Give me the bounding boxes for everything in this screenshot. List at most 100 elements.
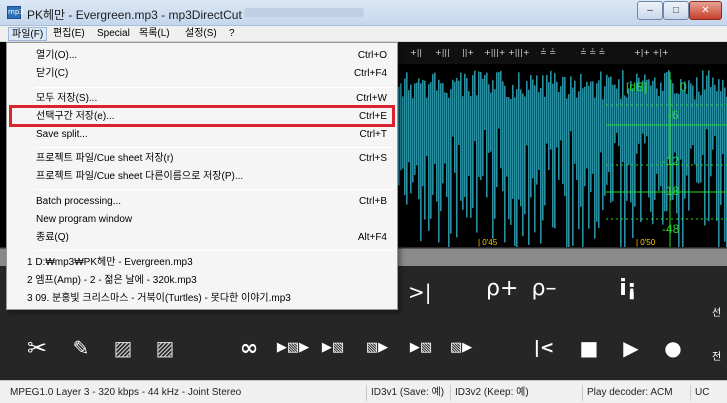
waveform-bar (690, 83, 692, 149)
waveform-bar (704, 89, 706, 226)
fade-out-icon[interactable]: ▨ (154, 336, 176, 360)
menu-separator (35, 87, 393, 88)
waveform-bar (632, 87, 634, 238)
close-button[interactable]: ✕ (689, 1, 722, 20)
waveform-bar (634, 91, 636, 207)
menu-list[interactable]: 목록(L) (136, 27, 173, 41)
waveform-bar (684, 81, 686, 199)
menu-item-save-split[interactable]: Save split... Ctrl+T (7, 126, 397, 144)
loop-icon[interactable]: ∞ (236, 336, 262, 361)
skip-to-selection-icon[interactable]: ▶▧ (318, 340, 348, 355)
waveform-bar (464, 73, 466, 198)
waveform-bar (492, 80, 494, 239)
menu-item-exit[interactable]: 종료(Q) Alt+F4 (7, 229, 397, 247)
svg-text:||+: ||+ (462, 48, 474, 57)
waveform-bar (418, 78, 420, 200)
waveform-bar (536, 75, 538, 185)
menu-item-open[interactable]: 열기(O)... Ctrl+O (7, 47, 397, 65)
menu-item-shortcut: Ctrl+F4 (353, 68, 387, 79)
pencil-icon[interactable]: ✎ (70, 336, 92, 360)
waveform-bar (482, 78, 484, 176)
zoom-out-icon[interactable]: ρ– (528, 276, 560, 301)
stop-icon[interactable]: ■ (578, 336, 600, 360)
menu-item-label: 프로젝트 파일/Cue sheet 다른이름으로 저장(P)... (36, 171, 244, 182)
status-id3v1: ID3v1 (Save: 예) (366, 385, 450, 401)
waveform-bar (432, 74, 434, 195)
menu-item-shortcut: Alt+F4 (357, 232, 387, 243)
waveform-bar (566, 98, 568, 247)
waveform-bar (450, 89, 452, 234)
fade-in-icon[interactable]: ▨ (112, 336, 134, 360)
play-to-cue-icon[interactable]: ▧▶ (362, 340, 392, 355)
waveform-bar (580, 73, 582, 207)
waveform-bar (658, 95, 660, 191)
menu-item-shortcut: Ctrl+T (359, 129, 388, 140)
waveform-bar (588, 85, 590, 229)
waveform-bar (596, 83, 598, 222)
waveform-bar (560, 86, 562, 141)
menu-file[interactable]: 파일(F) (8, 27, 48, 41)
waveform-bar (534, 85, 536, 233)
waveform-bar (494, 89, 496, 219)
play-selection-icon[interactable]: ▶▧▶ (272, 340, 314, 355)
waveform-bar (524, 96, 526, 215)
menu-item-save-project[interactable]: 프로젝트 파일/Cue sheet 저장(r) Ctrl+S (7, 150, 397, 168)
waveform-bar (598, 80, 600, 228)
waveform-bar (720, 91, 722, 205)
menu-item-save-project-as[interactable]: 프로젝트 파일/Cue sheet 다른이름으로 저장(P)... (7, 168, 397, 186)
waveform-bar (582, 88, 584, 247)
play-from-cue-icon[interactable]: ▶▧ (406, 340, 436, 355)
menu-item-batch[interactable]: Batch processing... Ctrl+B (7, 193, 397, 211)
waveform-bar (594, 97, 596, 239)
menu-item-label: 닫기(C) (36, 68, 69, 79)
menu-item-recent-2[interactable]: 2 엠프(Amp) - 2 - 젊은 날에 - 320k.mp3 (7, 272, 397, 290)
waveform-bar (406, 72, 408, 205)
go-start-icon[interactable]: |< (532, 338, 556, 358)
waveform-bar (518, 72, 520, 200)
menu-bar: 파일(F) 편집(E) Special 목록(L) 설정(S) ? (0, 26, 727, 42)
maximize-button[interactable]: □ (663, 1, 689, 20)
db-label-12: -12 (662, 154, 680, 168)
waveform-bar (550, 70, 552, 150)
waveform-bar (400, 83, 402, 171)
menu-item-label: 2 엠프(Amp) - 2 - 젊은 날에 - 320k.mp3 (27, 275, 197, 286)
zoom-in-icon[interactable]: ρ+ (486, 276, 518, 301)
waveform-bar (458, 80, 460, 145)
waveform-bar (426, 97, 428, 157)
side-text-1: 선 (712, 308, 722, 319)
waveform-bar (654, 77, 656, 200)
waveform-bar (602, 99, 604, 211)
menu-item-recent-1[interactable]: 1 D:₩mp3₩PK헤만 - Evergreen.mp3 (7, 254, 397, 272)
play-after-icon[interactable]: ▧▶ (446, 340, 476, 355)
menu-special[interactable]: Special (94, 27, 133, 41)
waveform-bar (584, 86, 586, 187)
next-cue-icon[interactable]: >| (408, 280, 432, 304)
waveform-bar (448, 97, 450, 247)
db-label-0: 0 (680, 80, 687, 94)
minimize-button[interactable]: – (637, 1, 663, 20)
waveform-bar (486, 72, 488, 198)
menu-help[interactable]: ? (226, 27, 238, 41)
app-icon: mp3 (7, 6, 24, 19)
menu-settings[interactable]: 설정(S) (182, 27, 220, 41)
waveform-bar (556, 81, 558, 148)
waveform-bar (402, 96, 404, 169)
menu-edit[interactable]: 편집(E) (50, 27, 88, 41)
waveform-bar (410, 84, 412, 194)
waveform-bar (466, 77, 468, 218)
waveform-bar (484, 74, 486, 131)
db-unit-label: [dB] (626, 80, 648, 94)
cut-icon[interactable]: ✂ (24, 334, 50, 362)
menu-item-new-window[interactable]: New program window (7, 211, 397, 229)
info-icon[interactable]: i¡ (616, 276, 640, 301)
waveform-bar (522, 93, 524, 237)
menu-item-close[interactable]: 닫기(C) Ctrl+F4 (7, 65, 397, 83)
waveform-bar (434, 72, 436, 165)
waveform-bar (576, 97, 578, 180)
waveform-bar (640, 85, 642, 223)
menu-item-recent-3[interactable]: 3 09. 분홍빛 크리스마스 - 거북이(Turtles) - 못다한 이야기… (7, 290, 397, 308)
waveform-bar (542, 75, 544, 221)
waveform-bar (510, 99, 512, 225)
record-icon[interactable]: ● (662, 336, 684, 360)
play-icon[interactable]: ▶ (620, 336, 642, 360)
